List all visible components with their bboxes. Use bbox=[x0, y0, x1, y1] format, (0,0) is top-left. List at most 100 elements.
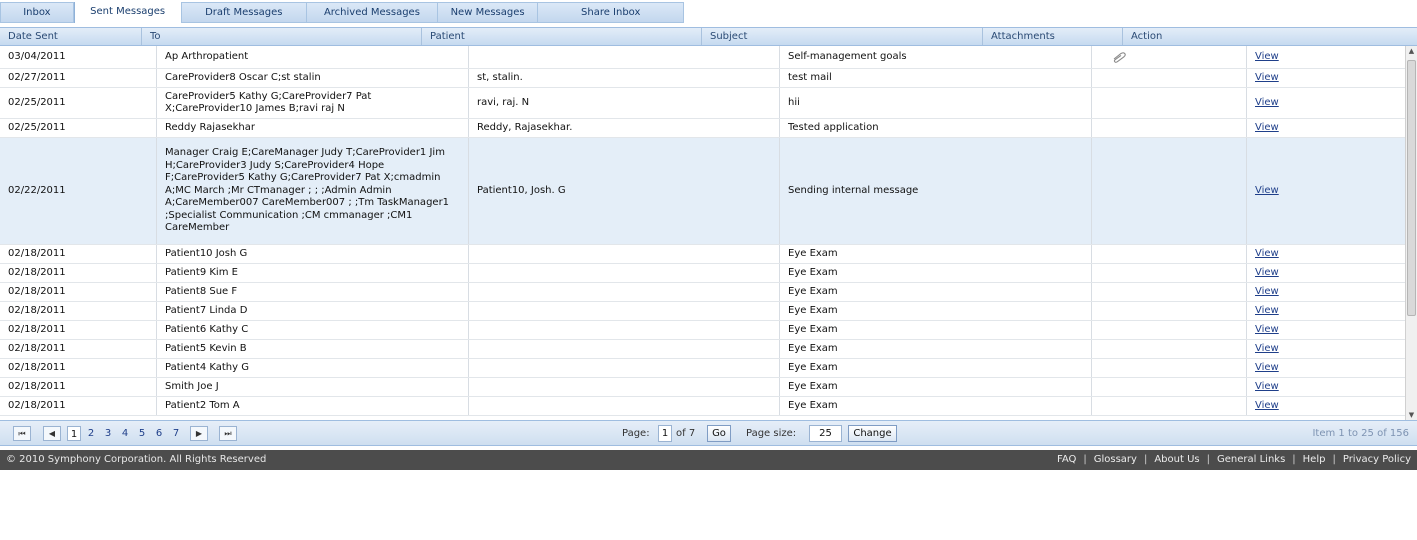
tab-inbox[interactable]: Inbox bbox=[1, 3, 74, 22]
view-link[interactable]: View bbox=[1255, 185, 1279, 198]
tab-share-inbox[interactable]: Share Inbox bbox=[538, 3, 683, 22]
footer-link-general-links[interactable]: General Links bbox=[1217, 450, 1285, 470]
tab-new-messages[interactable]: New Messages bbox=[437, 3, 539, 22]
table-row[interactable]: 02/22/2011 Manager Craig E;CareManager J… bbox=[0, 138, 1405, 245]
scroll-up-arrow-icon[interactable]: ▲ bbox=[1406, 46, 1417, 56]
to-text: CareProvider8 Oscar C;st stalin bbox=[165, 71, 321, 83]
column-header-attachments[interactable]: Attachments bbox=[983, 28, 1123, 45]
date-cell: 02/25/2011 bbox=[0, 88, 157, 118]
page-number[interactable]: 3 bbox=[101, 426, 115, 441]
view-link[interactable]: View bbox=[1255, 305, 1279, 318]
tab-archived-messages[interactable]: Archived Messages bbox=[307, 3, 438, 22]
to-cell: Patient4 Kathy G bbox=[157, 359, 469, 377]
footer-links: FAQ | Glossary | About Us | General Link… bbox=[1057, 450, 1411, 470]
view-link[interactable]: View bbox=[1255, 324, 1279, 337]
scrollbar-thumb[interactable] bbox=[1407, 60, 1416, 316]
page-size-input[interactable]: 25 bbox=[809, 425, 842, 442]
grid-vertical-scrollbar[interactable]: ▲ ▼ bbox=[1405, 46, 1417, 420]
view-link[interactable]: View bbox=[1255, 122, 1279, 135]
subject-cell: Eye Exam bbox=[780, 378, 1092, 396]
scroll-down-arrow-icon[interactable]: ▼ bbox=[1406, 410, 1417, 420]
table-row[interactable]: 03/04/2011 Ap Arthropatient Self-managem… bbox=[0, 46, 1405, 69]
date-cell: 02/18/2011 bbox=[0, 321, 157, 339]
table-row[interactable]: 02/18/2011 Patient8 Sue F Eye Exam View bbox=[0, 283, 1405, 302]
patient-cell bbox=[469, 46, 780, 68]
table-row[interactable]: 02/27/2011 CareProvider8 Oscar C;st stal… bbox=[0, 69, 1405, 88]
footer-link-help[interactable]: Help bbox=[1303, 450, 1326, 470]
page-number-input[interactable]: 1 bbox=[658, 425, 672, 442]
go-button[interactable]: Go bbox=[707, 425, 731, 442]
table-row[interactable]: 02/18/2011 Patient5 Kevin B Eye Exam Vie… bbox=[0, 340, 1405, 359]
patient-cell: Patient10, Josh. G bbox=[469, 138, 780, 244]
page-number[interactable]: 4 bbox=[118, 426, 132, 441]
to-text: Patient2 Tom A bbox=[165, 399, 240, 411]
action-cell: View bbox=[1247, 378, 1405, 396]
last-page-icon[interactable]: ⏭ bbox=[219, 426, 237, 441]
date-cell: 02/18/2011 bbox=[0, 283, 157, 301]
table-row[interactable]: 02/25/2011 CareProvider5 Kathy G;CarePro… bbox=[0, 88, 1405, 119]
footer-link-faq[interactable]: FAQ bbox=[1057, 450, 1076, 470]
to-text: Ap Arthropatient bbox=[165, 50, 249, 62]
action-cell: View bbox=[1247, 138, 1405, 244]
table-row[interactable]: 02/18/2011 Patient6 Kathy C Eye Exam Vie… bbox=[0, 321, 1405, 340]
to-cell: Patient2 Tom A bbox=[157, 397, 469, 415]
to-text: Patient6 Kathy C bbox=[165, 323, 249, 335]
page-number[interactable]: 1 bbox=[67, 426, 81, 441]
view-link[interactable]: View bbox=[1255, 286, 1279, 299]
view-link[interactable]: View bbox=[1255, 267, 1279, 280]
message-tabs: Inbox Sent Messages Draft Messages Archi… bbox=[0, 2, 684, 23]
table-row[interactable]: 02/18/2011 Patient9 Kim E Eye Exam View bbox=[0, 264, 1405, 283]
first-page-icon[interactable]: ⏮ bbox=[13, 426, 31, 441]
footer-link-about-us[interactable]: About Us bbox=[1154, 450, 1199, 470]
next-page-icon[interactable]: ▶ bbox=[190, 426, 208, 441]
subject-cell: Eye Exam bbox=[780, 264, 1092, 282]
attachments-cell bbox=[1092, 378, 1247, 396]
page-number[interactable]: 5 bbox=[135, 426, 149, 441]
to-text: Patient5 Kevin B bbox=[165, 342, 247, 354]
footer-link-privacy-policy[interactable]: Privacy Policy bbox=[1343, 450, 1411, 470]
view-link[interactable]: View bbox=[1255, 362, 1279, 375]
footer-link-glossary[interactable]: Glossary bbox=[1094, 450, 1137, 470]
view-link[interactable]: View bbox=[1255, 248, 1279, 261]
view-link[interactable]: View bbox=[1255, 343, 1279, 356]
subject-cell: Tested application bbox=[780, 119, 1092, 137]
page-number[interactable]: 7 bbox=[169, 426, 183, 441]
footer-separator: | bbox=[1206, 454, 1210, 465]
attachments-cell bbox=[1092, 397, 1247, 415]
view-link[interactable]: View bbox=[1255, 51, 1279, 64]
attachments-cell bbox=[1092, 119, 1247, 137]
previous-page-icon[interactable]: ◀ bbox=[43, 426, 61, 441]
tab-draft-messages[interactable]: Draft Messages bbox=[181, 3, 308, 22]
table-row[interactable]: 02/18/2011 Smith Joe J Eye Exam View bbox=[0, 378, 1405, 397]
table-row[interactable]: 02/18/2011 Patient4 Kathy G Eye Exam Vie… bbox=[0, 359, 1405, 378]
table-row[interactable]: 02/25/2011 Reddy Rajasekhar Reddy, Rajas… bbox=[0, 119, 1405, 138]
change-button[interactable]: Change bbox=[848, 425, 897, 442]
view-link[interactable]: View bbox=[1255, 381, 1279, 394]
patient-cell bbox=[469, 378, 780, 396]
tab-sent-messages[interactable]: Sent Messages bbox=[73, 2, 182, 23]
view-link[interactable]: View bbox=[1255, 400, 1279, 413]
subject-cell: hii bbox=[780, 88, 1092, 118]
paperclip-icon[interactable] bbox=[1110, 51, 1128, 63]
column-header-action[interactable]: Action bbox=[1123, 28, 1405, 45]
view-link[interactable]: View bbox=[1255, 72, 1279, 85]
table-row[interactable]: 02/18/2011 Patient7 Linda D Eye Exam Vie… bbox=[0, 302, 1405, 321]
patient-cell bbox=[469, 283, 780, 301]
column-header-date-sent[interactable]: Date Sent bbox=[0, 28, 142, 45]
page-number[interactable]: 6 bbox=[152, 426, 166, 441]
column-header-subject[interactable]: Subject bbox=[702, 28, 983, 45]
column-header-patient[interactable]: Patient bbox=[422, 28, 702, 45]
view-link[interactable]: View bbox=[1255, 97, 1279, 110]
patient-cell bbox=[469, 264, 780, 282]
page-number[interactable]: 2 bbox=[84, 426, 98, 441]
table-row[interactable]: 02/18/2011 Patient10 Josh G Eye Exam Vie… bbox=[0, 245, 1405, 264]
to-text: Patient10 Josh G bbox=[165, 247, 248, 259]
table-row[interactable]: 02/18/2011 Patient2 Tom A Eye Exam View bbox=[0, 397, 1405, 416]
column-header-to[interactable]: To bbox=[142, 28, 422, 45]
to-cell: Manager Craig E;CareManager Judy T;CareP… bbox=[157, 138, 469, 244]
subject-cell: Eye Exam bbox=[780, 340, 1092, 358]
to-text: Patient4 Kathy G bbox=[165, 361, 249, 373]
footer-separator: | bbox=[1292, 454, 1296, 465]
to-text: Manager Craig E;CareManager Judy T;CareP… bbox=[165, 147, 450, 234]
patient-cell bbox=[469, 359, 780, 377]
